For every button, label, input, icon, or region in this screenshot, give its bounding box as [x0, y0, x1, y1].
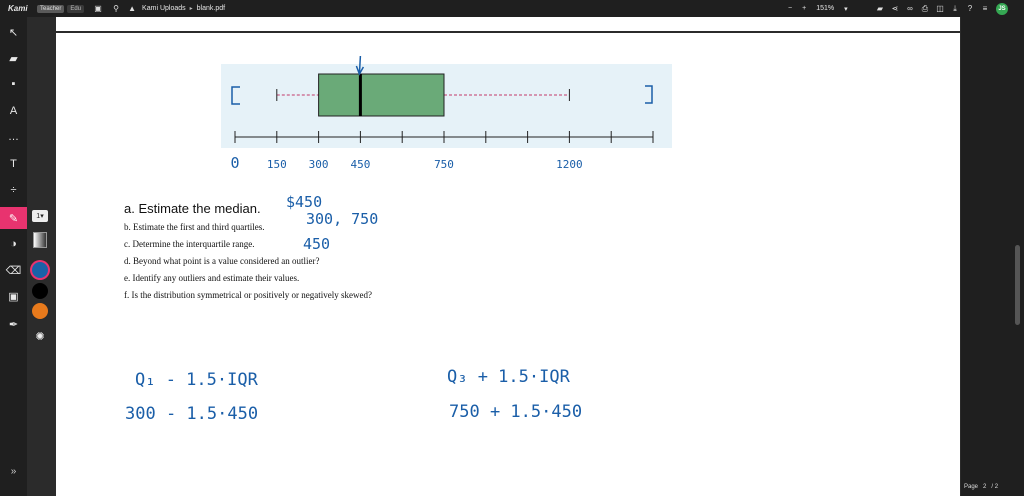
right-bracket-annotation [645, 85, 653, 104]
handwritten-left-work: 300 - 1.5·450 [125, 404, 259, 424]
page-label: Page [964, 484, 979, 490]
handwritten-axis-label: 300 [309, 158, 329, 171]
left-bracket-annotation [231, 86, 240, 105]
handwritten-answer-c: 450 [303, 235, 331, 253]
median-arrow-annotation [355, 55, 365, 76]
handwritten-answer-b: 300, 750 [306, 210, 379, 228]
handwritten-axis-label: 150 [267, 158, 287, 171]
question-e: e. Identify any outliers and estimate th… [124, 273, 300, 283]
handwritten-axis-label: 1200 [556, 158, 583, 171]
handwritten-left-formula: Q₁ - 1.5·IQR [135, 370, 258, 390]
question-d: d. Beyond what point is a value consider… [124, 256, 320, 266]
question-a: a. Estimate the median. [124, 201, 261, 216]
question-f: f. Is the distribution symmetrical or po… [124, 290, 372, 300]
handwritten-axis-label: 0 [230, 154, 239, 172]
handwritten-axis-label: 450 [350, 158, 370, 171]
handwritten-right-formula: Q₃ + 1.5·IQR [447, 367, 570, 387]
page-indicator: Page 2 / 2 [964, 484, 998, 490]
page-total: / 2 [991, 484, 999, 490]
iqr-box [318, 73, 445, 117]
question-c: c. Determine the interquartile range. [124, 239, 255, 249]
handwritten-answer-a: $450 [286, 193, 323, 211]
vertical-scrollbar[interactable] [1015, 245, 1020, 325]
handwritten-axis-label: 750 [434, 158, 454, 171]
handwritten-right-work: 750 + 1.5·450 [449, 402, 583, 422]
question-b: b. Estimate the first and third quartile… [124, 222, 265, 232]
page-current[interactable]: 2 [983, 484, 986, 490]
